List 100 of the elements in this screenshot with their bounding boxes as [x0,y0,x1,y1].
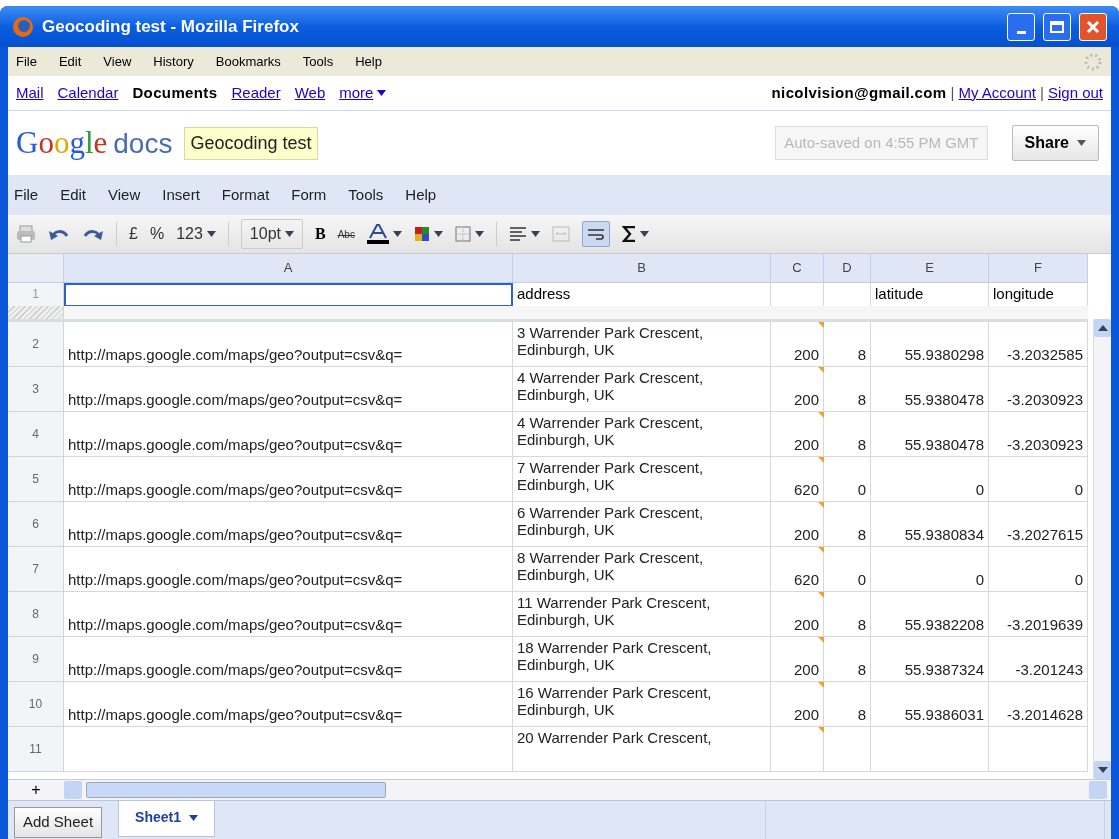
app-menu-item[interactable]: Help [405,183,437,207]
table-cell: 200 [771,592,824,637]
table-cell: http://maps.google.com/maps/geo?output=csv&q= [64,457,513,502]
row-header[interactable]: 2 [8,322,64,367]
account-link[interactable]: Sign out [1047,81,1103,105]
wrap-text-button[interactable] [581,221,610,247]
browser-menu-item[interactable]: Help [355,51,382,72]
account-email: nicolvision@gmail.com [771,82,947,103]
align-icon[interactable] [508,227,527,241]
table-cell: http://maps.google.com/maps/geo?output=csv&q= [64,322,513,367]
table-cell: -3.2027615 [989,502,1088,547]
table-cell: 3 Warrender Park Crescent, Edinburgh, UK [513,322,771,367]
vertical-scrollbar[interactable] [1093,319,1111,779]
row-header[interactable]: 8 [8,592,64,637]
table-cell: 55.9386031 [871,682,989,727]
app-link[interactable]: Web [294,81,326,105]
column-header[interactable]: E [925,258,934,278]
strikethrough-button[interactable]: Abc [337,226,355,242]
document-title[interactable]: Geocoding test [184,126,318,160]
app-link[interactable]: more [339,81,374,105]
close-button[interactable] [1079,12,1107,41]
column-header[interactable]: F [1034,258,1042,278]
row-header[interactable]: 3 [8,367,64,412]
table-cell: 8 [824,637,871,682]
app-link[interactable]: Reader [231,81,281,105]
row-header[interactable]: 7 [8,547,64,592]
table-cell: 55.9382208 [871,592,989,637]
table-cell: http://maps.google.com/maps/geo?output=csv&q= [64,367,513,412]
browser-menu-item[interactable]: Bookmarks [215,51,281,72]
scroll-up-icon[interactable] [1097,325,1108,331]
share-button[interactable]: Share [1011,125,1099,161]
table-cell: 0 [824,457,871,502]
currency-format-button[interactable]: £ [129,222,138,246]
loading-icon [1083,51,1103,72]
scroll-down-icon[interactable] [1097,767,1108,773]
horizontal-scrollbar[interactable] [64,781,1107,799]
column-header[interactable]: C [792,258,802,278]
table-cell [824,727,871,772]
column-header[interactable]: D [842,258,852,278]
app-menu-item[interactable]: Form [291,183,327,207]
browser-menu-item[interactable]: View [103,51,132,72]
bold-button[interactable]: B [315,222,326,246]
add-sheet-button[interactable]: Add Sheet [14,807,103,838]
wrap-text-icon [586,228,605,240]
table-cell: http://maps.google.com/maps/geo?output=csv&q= [64,682,513,727]
app-link[interactable]: Documents [132,81,218,105]
table-cell: 16 Warrender Park Crescent, Edinburgh, UK [513,682,771,727]
table-cell: -3.201243 [989,637,1088,682]
maximize-button[interactable] [1043,12,1071,41]
font-size-dropdown[interactable]: 10pt [240,219,303,249]
percent-format-button[interactable]: % [149,222,165,246]
row-header[interactable]: 5 [8,457,64,502]
table-cell: http://maps.google.com/maps/geo?output=csv&q= [64,547,513,592]
sum-icon[interactable] [621,226,636,242]
table-cell: 0 [871,547,989,592]
table-cell: 200 [771,682,824,727]
table-cell: 55.9380478 [871,412,989,457]
table-cell: 8 [824,367,871,412]
fill-color-icon[interactable] [413,226,430,242]
column-header[interactable]: B [637,258,646,278]
account-link[interactable]: My Account [958,81,1037,105]
table-cell: 200 [771,637,824,682]
freeze-handle[interactable] [8,306,64,319]
row-header[interactable]: 4 [8,412,64,457]
app-menu-item[interactable]: Insert [162,183,200,207]
table-cell: 200 [771,412,824,457]
undo-icon[interactable] [48,227,70,241]
app-menu-item[interactable]: Edit [60,183,87,207]
column-header[interactable]: A [283,258,293,278]
close-icon [1086,19,1100,34]
row-header[interactable]: 11 [8,727,64,772]
merge-cells-icon[interactable] [551,226,570,242]
add-row-button[interactable]: + [8,778,64,802]
app-menu-item[interactable]: Format [221,183,270,207]
caret-icon [1077,140,1086,146]
app-link[interactable]: Mail [16,81,44,105]
table-cell: http://maps.google.com/maps/geo?output=csv&q= [64,412,513,457]
browser-menu-item[interactable]: File [16,51,37,72]
row-header[interactable]: 9 [8,637,64,682]
app-menu-item[interactable]: View [108,183,141,207]
app-menu-item[interactable]: Tools [348,183,384,207]
browser-menu-item[interactable]: Edit [58,51,82,72]
table-cell: 8 [824,682,871,727]
caret-icon [639,231,649,237]
browser-menu-item[interactable]: History [153,51,194,72]
text-color-icon[interactable] [366,224,389,244]
table-cell: 620 [771,457,824,502]
table-cell: 620 [771,547,824,592]
number-format-button[interactable]: 123 [176,222,216,246]
table-cell: 0 [989,457,1088,502]
row-header[interactable]: 10 [8,682,64,727]
redo-icon[interactable] [82,227,104,241]
app-link[interactable]: Calendar [57,81,119,105]
app-menu-item[interactable]: File [14,183,39,207]
row-header[interactable]: 6 [8,502,64,547]
sheet-tab[interactable]: Sheet1 [118,801,215,837]
separator: | [950,82,955,103]
dropdown-caret-icon [377,90,387,96]
minimize-button[interactable] [1007,12,1035,41]
browser-menu-item[interactable]: Tools [302,51,334,72]
